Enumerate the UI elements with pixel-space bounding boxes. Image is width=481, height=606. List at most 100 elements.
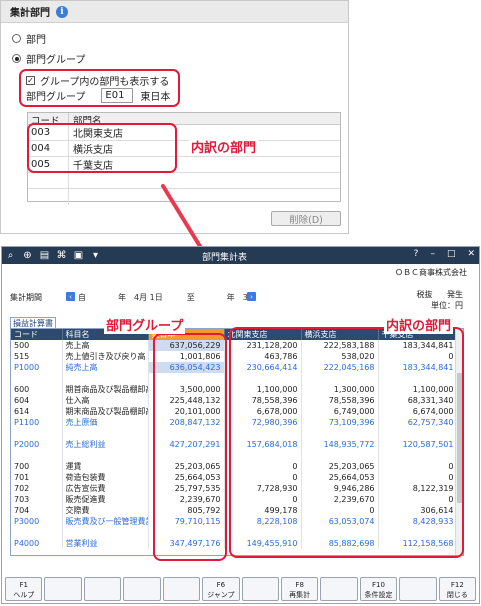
window-controls: ? – □ ✕ xyxy=(414,249,475,259)
fkey-code: F10 xyxy=(372,581,385,589)
show-depts-checkbox[interactable]: ✓ グループ内の部門も表示する xyxy=(26,73,169,88)
company-name: ＯＢＣ商事株式会社 xyxy=(395,268,467,277)
row-account-name: 売上総利益 xyxy=(62,439,149,450)
fkey-f12[interactable]: F12 閉じる xyxy=(438,577,477,601)
fkey-label: ヘルプ xyxy=(13,591,35,599)
row-account-name: 純売上高 xyxy=(62,362,149,373)
unit-label: 単位：円 xyxy=(431,301,463,310)
delete-button[interactable]: 削除(D) xyxy=(271,211,341,226)
fkey-f1[interactable]: F1 ヘルプ xyxy=(5,577,43,601)
next-period-icon[interactable]: › xyxy=(247,292,256,301)
print-icon[interactable]: ▤ xyxy=(36,247,53,264)
row-code xyxy=(11,428,63,439)
maximize-icon[interactable]: □ xyxy=(447,249,456,259)
row-account-name: 交際費 xyxy=(62,505,149,516)
table-row-empty[interactable] xyxy=(28,173,340,189)
row-account-name xyxy=(62,450,149,461)
filter-icon[interactable]: ⌘ xyxy=(53,247,70,264)
help-icon[interactable]: ? xyxy=(414,249,419,259)
radio-selected-icon[interactable] xyxy=(12,54,21,63)
row-account-name: 営業利益 xyxy=(62,538,149,549)
fkey-empty[interactable] xyxy=(241,577,279,601)
close-icon[interactable]: ✕ xyxy=(467,249,475,259)
info-icon[interactable]: i xyxy=(56,5,68,18)
fkey-code: F8 xyxy=(295,581,304,589)
fkey-empty[interactable] xyxy=(44,577,82,601)
toolbar: ⌕ ⊕ ▤ ⌘ ▣ ▾ 部門集計表 ? – □ ✕ xyxy=(2,247,479,264)
row-code: 604 xyxy=(11,395,63,406)
callout-detail-depts-bottom: 内訳の部門 xyxy=(384,315,454,334)
fkey-empty[interactable] xyxy=(123,577,161,601)
row-code: 700 xyxy=(11,461,63,472)
empty-cell xyxy=(28,173,69,188)
fkey-empty[interactable] xyxy=(83,577,122,601)
period-range: 自 年 4月 1日 至 年 3月 xyxy=(78,293,256,302)
radio-circle-icon[interactable] xyxy=(12,34,21,43)
row-code: 500 xyxy=(11,340,63,351)
period-label: 集計期間 xyxy=(10,293,42,302)
export-icon[interactable]: ▣ xyxy=(70,247,87,264)
row-code xyxy=(11,373,63,384)
fkey-code: F6 xyxy=(216,581,226,589)
fkey-f8[interactable]: F8 再集計 xyxy=(280,577,319,601)
row-account-name xyxy=(62,527,149,538)
row-code: P1000 xyxy=(11,362,63,373)
row-code: 614 xyxy=(11,406,63,417)
group-field-row: 部門グループ E01 東日本 xyxy=(26,88,170,103)
row-account-name: 荷造包装費 xyxy=(62,472,149,483)
row-account-name: 運賃 xyxy=(62,461,149,472)
fkey-f10[interactable]: F10 条件設定 xyxy=(359,577,398,601)
checkbox-checked-icon[interactable]: ✓ xyxy=(26,76,35,85)
radio-dept-group[interactable]: 部門グループ xyxy=(12,51,85,66)
fkey-f6[interactable]: F6 ジャンプ xyxy=(202,577,240,601)
row-account-name: 売上原価 xyxy=(62,417,149,428)
tab-income-statement[interactable]: 損益計算書 xyxy=(10,317,56,328)
radio-dept-group-label: 部門グループ xyxy=(26,55,86,66)
row-code: P1100 xyxy=(11,417,63,428)
dropdown-icon[interactable]: ▾ xyxy=(87,247,104,264)
fkey-code: F12 xyxy=(450,581,464,589)
row-code: 702 xyxy=(11,483,63,494)
table-row-empty[interactable] xyxy=(28,189,340,205)
row-account-name xyxy=(62,373,149,384)
row-code: 703 xyxy=(11,494,63,505)
group-name: 東日本 xyxy=(140,92,171,103)
row-code: P3000 xyxy=(11,516,63,527)
row-code xyxy=(11,527,63,538)
radio-dept[interactable]: 部門 xyxy=(12,31,46,46)
callout-detail-depts: 内訳の部門 xyxy=(189,137,259,156)
fkey-empty[interactable] xyxy=(399,577,437,601)
callout-dept-group: 部門グループ xyxy=(104,315,186,334)
row-code: 701 xyxy=(11,472,63,483)
row-account-name: 期首商品及び製品棚卸高 xyxy=(62,384,149,395)
highlight-dept-rows-box xyxy=(27,123,177,173)
group-code-input[interactable]: E01 xyxy=(101,88,134,103)
fkey-empty[interactable] xyxy=(162,577,201,601)
row-account-name: 売上高 xyxy=(62,340,149,351)
fkey-label: 閉じる xyxy=(446,591,468,599)
fkey-label: ジャンプ xyxy=(207,591,235,599)
row-code: P2000 xyxy=(11,439,63,450)
function-key-bar: F1 ヘルプ F6 ジャンプ F8 再集計 F10 条件設定 F12 閉じる xyxy=(2,575,479,603)
highlight-group-column xyxy=(153,333,227,561)
row-code: 704 xyxy=(11,505,63,516)
fkey-empty[interactable] xyxy=(320,577,358,601)
checkbox-label: グループ内の部門も表示する xyxy=(40,77,170,88)
group-field-label: 部門グループ xyxy=(26,92,86,103)
fkey-label: 条件設定 xyxy=(364,591,393,599)
row-account-name: 仕入高 xyxy=(62,395,149,406)
fkey-code: F1 xyxy=(19,581,28,589)
window-title: 部門集計表 xyxy=(202,253,248,263)
add-search-icon[interactable]: ⌕ xyxy=(2,247,19,264)
minimize-icon[interactable]: – xyxy=(430,249,435,259)
panel-header: 集計部門 i xyxy=(1,1,348,23)
tax-label: 税抜 xyxy=(416,290,433,299)
prev-period-icon[interactable]: ‹ xyxy=(66,292,75,301)
fkey-label: 再集計 xyxy=(289,591,311,599)
row-account-name: 売上値引き及び戻り高 xyxy=(62,351,149,362)
row-account-name: 販売促進費 xyxy=(62,494,149,505)
zoom-icon[interactable]: ⊕ xyxy=(19,247,36,264)
radio-dept-label: 部門 xyxy=(26,35,46,46)
row-account-name: 広告宣伝費 xyxy=(62,483,149,494)
row-account-name: 販売費及び一般管理費計 xyxy=(62,516,149,527)
